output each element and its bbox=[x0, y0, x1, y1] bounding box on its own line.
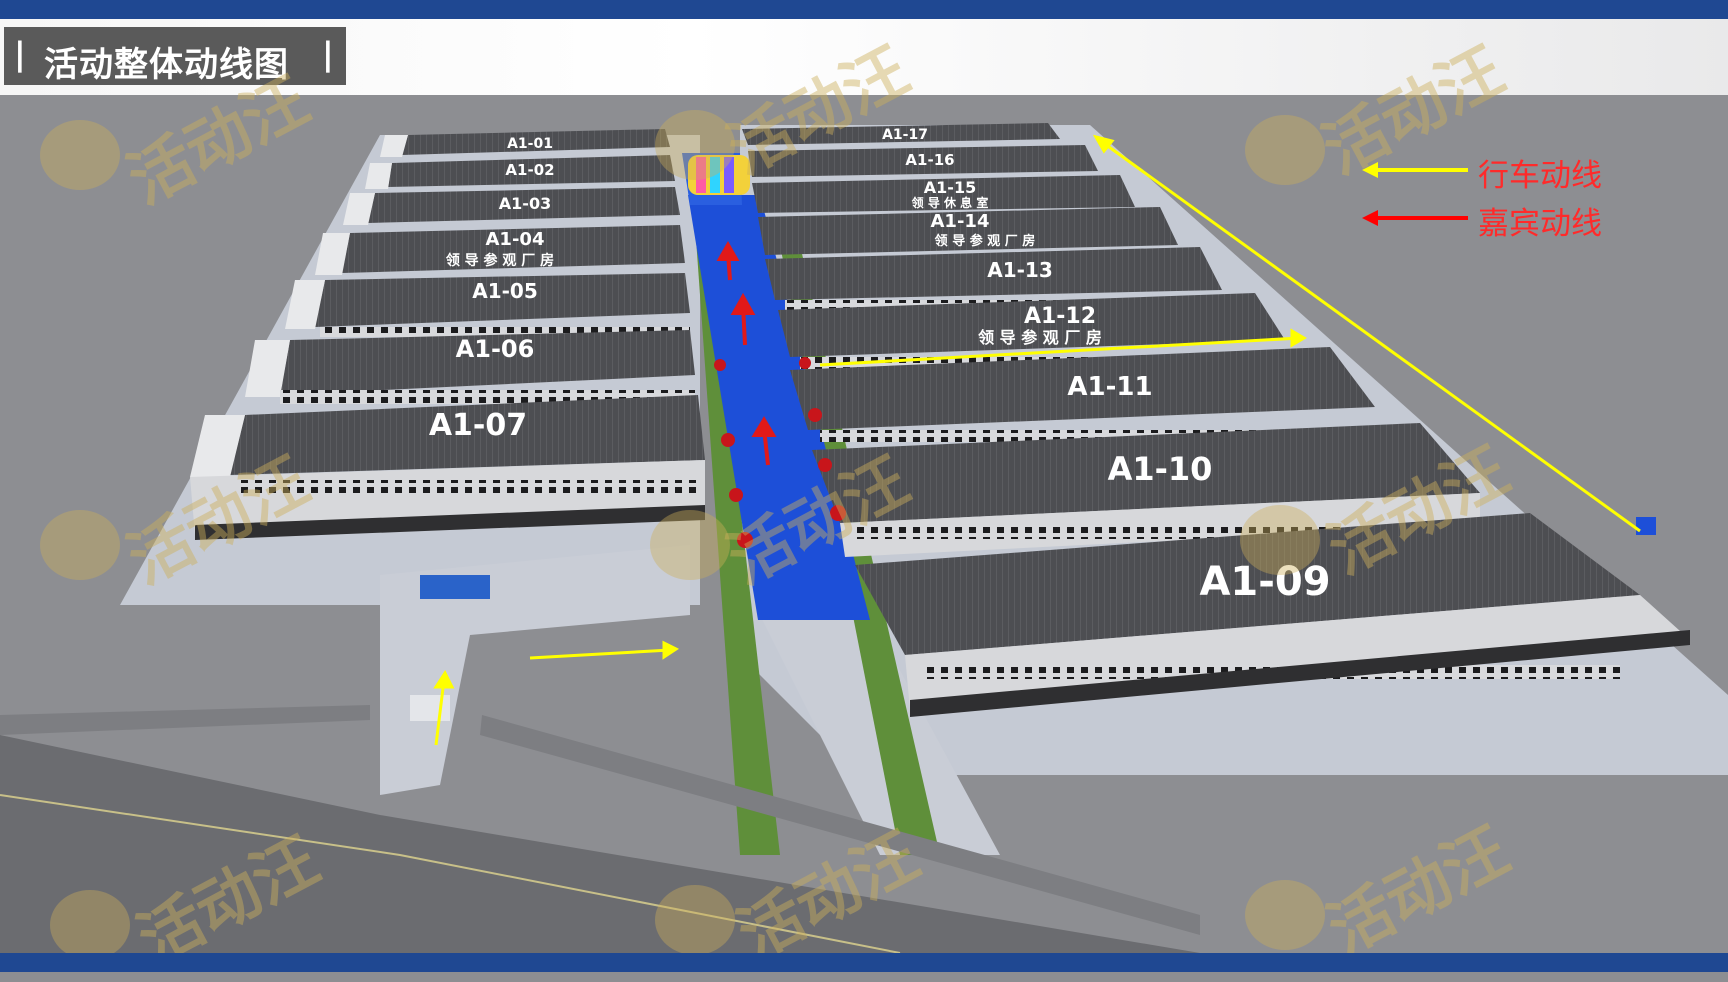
lantern bbox=[737, 532, 753, 548]
balloon-column bbox=[710, 157, 720, 193]
top-accent-bar bbox=[0, 0, 1728, 19]
bottom-accent-bar bbox=[0, 953, 1728, 972]
lantern bbox=[808, 408, 822, 422]
sub-a1-12: 领 导 参 观 厂 房 bbox=[978, 328, 1102, 347]
legend-vehicle-arrowhead bbox=[1362, 162, 1378, 178]
sub-a1-14: 领 导 参 观 厂 房 bbox=[935, 233, 1036, 249]
label-a1-15: A1-15 bbox=[924, 178, 976, 197]
wall-left bbox=[0, 705, 370, 735]
label-a1-14: A1-14 bbox=[931, 211, 990, 232]
checkpoint-booth bbox=[410, 695, 450, 721]
label-a1-03: A1-03 bbox=[499, 194, 551, 213]
label-a1-17: A1-17 bbox=[882, 127, 928, 143]
label-a1-07: A1-07 bbox=[429, 408, 527, 443]
legend-vehicle-label: 行车动线 bbox=[1478, 158, 1602, 194]
label-a1-13: A1-13 bbox=[987, 258, 1053, 282]
info-board bbox=[1636, 517, 1656, 535]
lantern bbox=[714, 359, 726, 371]
legend-guest-arrowhead bbox=[1362, 210, 1378, 226]
label-a1-12: A1-12 bbox=[1024, 304, 1096, 329]
legend-arrows bbox=[1362, 162, 1468, 226]
lantern bbox=[721, 433, 735, 447]
page-title-box: | 活动整体动线图 | bbox=[4, 27, 346, 85]
vehicle-flow-line-entry bbox=[529, 648, 671, 660]
sub-a1-15: 领 导 休 息 室 bbox=[912, 195, 989, 210]
sub-a1-04: 领 导 参 观 厂 房 bbox=[446, 252, 554, 269]
label-a1-16: A1-16 bbox=[905, 151, 954, 169]
balloon-column bbox=[696, 157, 706, 193]
label-a1-01: A1-01 bbox=[507, 136, 553, 152]
building-a1-07-windows bbox=[240, 480, 700, 494]
title-bar-left: | bbox=[14, 35, 26, 73]
lantern bbox=[729, 488, 743, 502]
label-a1-06: A1-06 bbox=[456, 335, 535, 363]
label-a1-09: A1-09 bbox=[1199, 559, 1330, 605]
label-a1-05: A1-05 bbox=[472, 279, 538, 303]
lantern bbox=[799, 357, 811, 369]
label-a1-11: A1-11 bbox=[1067, 372, 1152, 402]
site-map-scene: A1-01 A1-02 A1-03 A1-04 领 导 参 观 厂 房 A1-0… bbox=[0, 123, 1728, 953]
lantern bbox=[818, 458, 832, 472]
page-title: 活动整体动线图 bbox=[44, 45, 289, 85]
vehicle-arrowhead bbox=[662, 640, 679, 660]
lantern bbox=[830, 505, 846, 521]
legend-guest-label: 嘉宾动线 bbox=[1478, 206, 1602, 242]
balloon-column bbox=[724, 157, 734, 193]
entrance-sign bbox=[420, 575, 490, 599]
title-bar-right: | bbox=[322, 35, 334, 73]
label-a1-04: A1-04 bbox=[486, 229, 545, 250]
label-a1-10: A1-10 bbox=[1108, 450, 1213, 488]
label-a1-02: A1-02 bbox=[505, 161, 554, 179]
